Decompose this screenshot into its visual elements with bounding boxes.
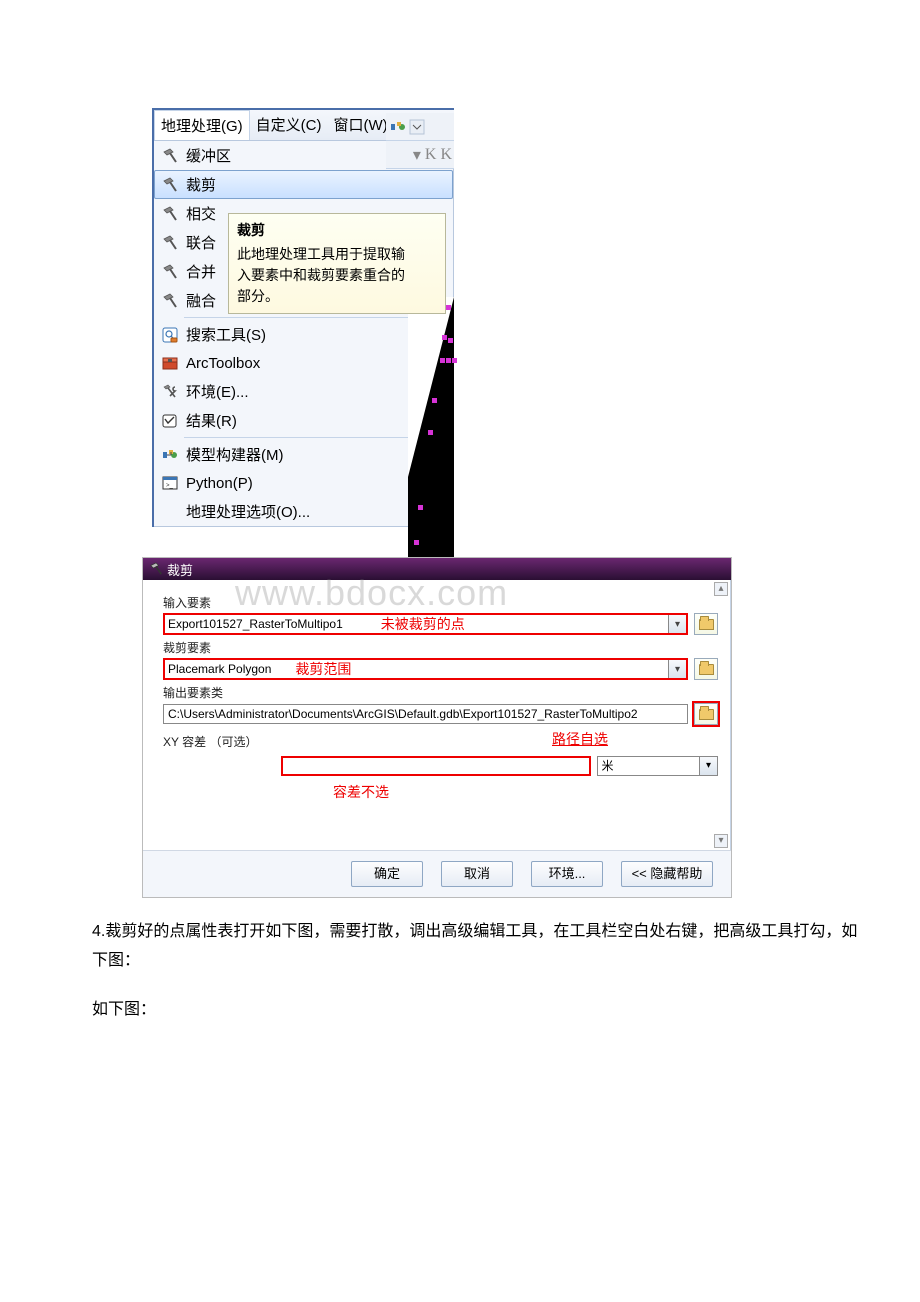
menu-item-search[interactable]: 搜索工具(S) (154, 320, 453, 349)
wrench-hammer-icon (158, 382, 182, 402)
unit-select[interactable]: 米 ▾ (597, 756, 719, 776)
hammer-icon (158, 204, 182, 224)
annotation-tolerance: 容差不选 (333, 782, 718, 802)
tooltip-body-line: 此地理处理工具用于提取输 (237, 244, 437, 265)
menu-window[interactable]: 窗口(W) (328, 110, 394, 140)
menu-label: 环境(E)... (186, 381, 249, 402)
cancel-button[interactable]: 取消 (441, 861, 513, 887)
hammer-icon (158, 291, 182, 311)
search-tools-icon (158, 325, 182, 345)
dropdown-arrow-icon[interactable]: ▾ (668, 615, 686, 633)
menu-label: 搜索工具(S) (186, 324, 266, 345)
input-features-value: Export101527_RasterToMultipo1 (168, 617, 343, 631)
label-output: 输出要素类 (163, 684, 718, 701)
menu-geoprocessing[interactable]: 地理处理(G) (154, 110, 250, 140)
scroll-up-button[interactable]: ▴ (714, 582, 728, 596)
paragraph-caption: 如下图： (92, 1001, 156, 1018)
menu-label: 合并 (186, 261, 216, 282)
geoprocessing-dropdown: 缓冲区 裁剪 相交 联合 合并 融合 搜索工具(S) ArcTool (154, 141, 454, 527)
menu-label: 结果(R) (186, 410, 237, 431)
dropdown-arrow-icon[interactable]: ▾ (699, 757, 717, 775)
label-clip-features: 裁剪要素 (163, 639, 718, 656)
menu-label: 相交 (186, 203, 216, 224)
dialog-titlebar: 裁剪 (143, 558, 731, 580)
annotation-output-path: 路径自选 (552, 729, 608, 752)
python-window-icon: >_ (158, 473, 182, 493)
arcgis-menu-screenshot: 地理处理(G) 自定义(C) 窗口(W) 缓冲区 裁剪 相交 联合 合并 融合 (152, 108, 454, 527)
dialog-title: 裁剪 (167, 560, 193, 579)
environments-button[interactable]: 环境... (531, 861, 603, 887)
menu-item-modelbuilder[interactable]: 模型构建器(M) (154, 440, 453, 469)
label-input-features: 输入要素 (163, 594, 718, 611)
menu-item-buffer[interactable]: 缓冲区 (154, 141, 453, 170)
tooltip-title: 裁剪 (237, 220, 437, 241)
menu-separator (184, 437, 451, 438)
scroll-down-button[interactable]: ▾ (714, 834, 728, 848)
menu-bar: 地理处理(G) 自定义(C) 窗口(W) (154, 110, 454, 141)
tooltip-body-line: 部分。 (237, 286, 437, 307)
clip-features-value: Placemark Polygon (168, 662, 271, 676)
label-xytolerance: XY 容差 （可选） (163, 733, 552, 750)
hide-help-button[interactable]: << 隐藏帮助 (621, 861, 713, 887)
browse-button[interactable] (694, 658, 718, 680)
menu-item-arctoolbox[interactable]: ArcToolbox (154, 349, 453, 377)
menu-item-results[interactable]: 结果(R) (154, 406, 453, 435)
annotation-clip: 裁剪范围 (295, 659, 351, 679)
paragraph-step4: 4.裁剪好的点属性表打开如下图，需要打散，调出高级编辑工具，在工具栏空白处右键，… (92, 923, 857, 969)
folder-icon (699, 709, 714, 720)
hammer-icon (149, 562, 163, 576)
menu-label: 裁剪 (186, 174, 216, 195)
menu-item-clip[interactable]: 裁剪 (154, 170, 453, 199)
browse-button[interactable] (694, 703, 718, 725)
menu-item-environments[interactable]: 环境(E)... (154, 377, 453, 406)
hammer-icon (158, 146, 182, 166)
menu-label: 缓冲区 (186, 145, 231, 166)
svg-text:>_: >_ (166, 483, 174, 489)
dialog-body: www.bdocx.com ▴ ▾ 输入要素 Export101527_Rast… (143, 580, 731, 850)
annotation-input: 未被裁剪的点 (381, 614, 465, 634)
menu-label: 联合 (186, 232, 216, 253)
clip-tooltip: 裁剪 此地理处理工具用于提取输 入要素中和裁剪要素重合的 部分。 (228, 213, 446, 314)
menu-item-options[interactable]: 地理处理选项(O)... (154, 497, 453, 526)
folder-icon (699, 619, 714, 630)
menu-label: 融合 (186, 290, 216, 311)
xytolerance-input[interactable] (281, 756, 591, 776)
clip-features-combo[interactable]: Placemark Polygon 裁剪范围 ▾ (163, 658, 688, 680)
output-path-field[interactable]: C:\Users\Administrator\Documents\ArcGIS\… (163, 704, 688, 724)
folder-icon (699, 664, 714, 675)
blank-icon (158, 502, 182, 522)
menu-label: 模型构建器(M) (186, 444, 284, 465)
menu-label: 地理处理选项(O)... (186, 501, 310, 522)
menu-customize[interactable]: 自定义(C) (250, 110, 328, 140)
menu-label: ArcToolbox (186, 355, 260, 372)
clip-dialog: 裁剪 www.bdocx.com ▴ ▾ 输入要素 Export101527_R… (142, 557, 732, 898)
unit-value: 米 (602, 759, 614, 773)
tooltip-body-line: 入要素中和裁剪要素重合的 (237, 265, 437, 286)
hammer-icon (158, 262, 182, 282)
modelbuilder-icon (158, 445, 182, 465)
menu-separator (184, 317, 451, 318)
browse-button[interactable] (694, 613, 718, 635)
input-features-combo[interactable]: Export101527_RasterToMultipo1 未被裁剪的点 ▾ (163, 613, 688, 635)
menu-item-python[interactable]: >_ Python(P) (154, 469, 453, 497)
dropdown-arrow-icon[interactable]: ▾ (668, 660, 686, 678)
ok-button[interactable]: 确定 (351, 861, 423, 887)
results-icon (158, 411, 182, 431)
hammer-icon (158, 175, 182, 195)
hammer-icon (158, 233, 182, 253)
dialog-button-bar: 确定 取消 环境... << 隐藏帮助 (143, 850, 731, 897)
arctoolbox-icon (158, 353, 182, 373)
menu-label: Python(P) (186, 475, 253, 492)
